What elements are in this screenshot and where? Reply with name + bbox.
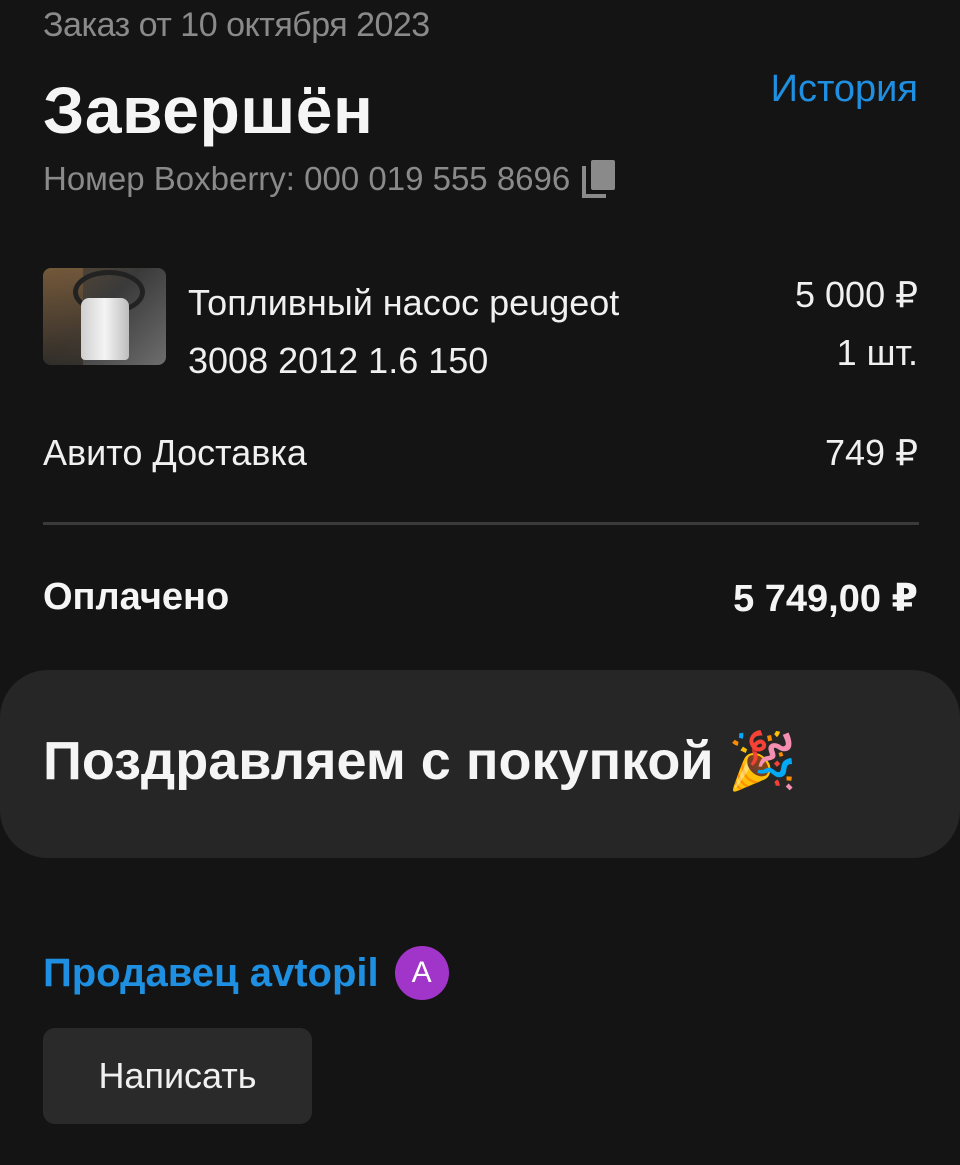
paid-amount: 5 749,00 ₽ (733, 578, 918, 620)
congrats-text: Поздравляем с покупкой (43, 731, 714, 791)
seller-link[interactable]: Продавец avtopil (43, 951, 379, 996)
seller-avatar[interactable]: A (394, 946, 449, 1000)
product-quantity: 1 шт. (836, 332, 918, 373)
write-message-button[interactable]: Написать (43, 1028, 312, 1124)
divider (43, 522, 919, 525)
product-price: 5 000 ₽ (795, 274, 918, 315)
delivery-label: Авито Доставка (43, 432, 307, 473)
product-name[interactable]: Топливный насос peugeot 3008 2012 1.6 15… (188, 274, 708, 390)
seller-row: Продавец avtopil A (43, 946, 449, 1000)
congrats-message: Поздравляем с покупкой 🎉 (43, 730, 797, 792)
copy-icon[interactable] (582, 160, 616, 198)
tracking-number: Номер Boxberry: 000 019 555 8696 (43, 160, 616, 198)
product-thumbnail[interactable] (43, 268, 166, 365)
history-link[interactable]: История (771, 68, 918, 111)
order-date: Заказ от 10 октября 2023 (43, 6, 430, 44)
tracking-number-text: Номер Boxberry: 000 019 555 8696 (43, 160, 571, 197)
delivery-price: 749 ₽ (825, 432, 918, 473)
paid-label: Оплачено (43, 576, 230, 618)
order-status-title: Завершён (43, 73, 374, 147)
party-popper-icon: 🎉 (727, 729, 798, 792)
